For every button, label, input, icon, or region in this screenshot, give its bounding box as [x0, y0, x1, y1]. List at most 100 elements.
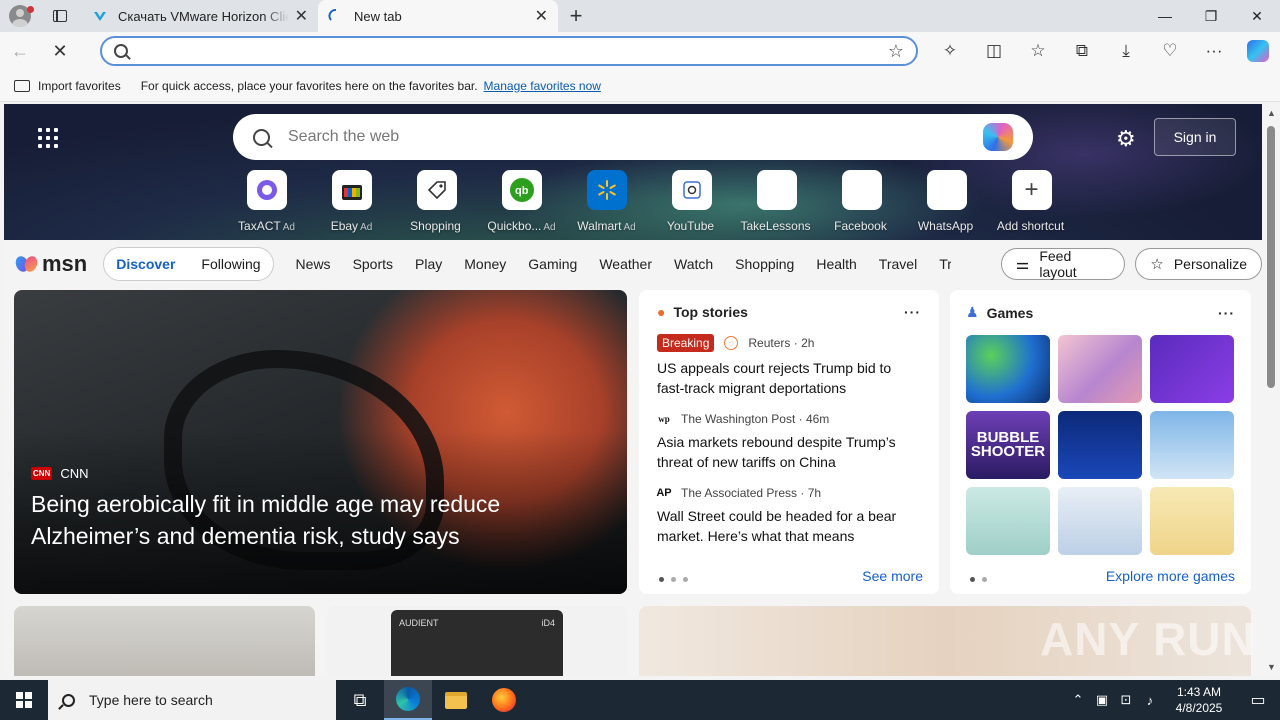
nav-travel[interactable]: Travel — [879, 256, 917, 272]
story-title[interactable]: US appeals court rejects Trump bid to fa… — [657, 358, 921, 398]
collections-icon[interactable]: ⧉ — [1060, 32, 1104, 70]
shortcut-facebook[interactable]: Facebook — [819, 170, 904, 233]
ad-label: Ad — [282, 222, 295, 233]
shortcut-taxact[interactable]: TaxACT Ad — [224, 170, 309, 233]
scroll-thumb[interactable] — [1267, 126, 1275, 388]
taskbar-firefox[interactable] — [480, 680, 528, 720]
copilot-button[interactable] — [1236, 32, 1280, 70]
network-icon[interactable]: ⊡ — [1114, 692, 1138, 708]
shortcut-ebay[interactable]: Ebay Ad — [309, 170, 394, 233]
games-icon: ♟ — [966, 304, 979, 320]
carousel-dots[interactable] — [970, 577, 994, 582]
story-title[interactable]: Wall Street could be headed for a bear m… — [657, 506, 921, 546]
manage-favorites-link[interactable]: Manage favorites now — [484, 79, 601, 93]
game-tile[interactable] — [1058, 487, 1142, 555]
feed-card[interactable]: AUDIENT iD4 — [327, 606, 627, 676]
nav-truncated[interactable]: Tra — [939, 256, 951, 272]
notifications-icon[interactable]: ▭ — [1236, 690, 1280, 710]
game-tile[interactable] — [1058, 335, 1142, 403]
story-title[interactable]: Asia markets rebound despite Trump’s thr… — [657, 432, 921, 472]
stop-loading-button[interactable]: ✕ — [40, 32, 80, 70]
copilot-icon[interactable] — [983, 123, 1013, 151]
shortcut-shopping[interactable]: Shopping — [394, 170, 479, 233]
page-scrollbar[interactable]: ▲ ▼ — [1262, 104, 1280, 676]
minimize-button[interactable]: — — [1142, 0, 1188, 32]
breaking-badge: Breaking — [657, 334, 715, 352]
more-options-icon[interactable]: ··· — [1218, 305, 1235, 321]
game-tile[interactable] — [966, 335, 1050, 403]
tab-vmware[interactable]: Скачать VMware Horizon Client ✕ — [82, 0, 318, 32]
performance-icon[interactable]: ♡ — [1148, 32, 1192, 70]
meet-now-icon[interactable]: ▣ — [1090, 692, 1114, 708]
scroll-down-arrow-icon[interactable]: ▼ — [1267, 662, 1276, 672]
scroll-up-arrow-icon[interactable]: ▲ — [1267, 108, 1276, 118]
apps-launcher-icon[interactable] — [38, 128, 58, 148]
feed-card[interactable] — [14, 606, 315, 676]
start-button[interactable] — [0, 680, 48, 720]
story-item[interactable]: wp The Washington Post · 46m Asia market… — [657, 412, 921, 472]
favorites-icon[interactable]: ☆ — [1016, 32, 1060, 70]
shortcut-youtube[interactable]: YouTube — [649, 170, 734, 233]
shortcut-takelessons[interactable]: TakeLessons — [734, 170, 819, 233]
volume-icon[interactable]: ♪ — [1138, 693, 1162, 708]
address-bar[interactable]: ☆ — [100, 36, 918, 66]
shortcut-add[interactable]: + Add shortcut — [989, 170, 1074, 233]
shortcut-walmart[interactable]: Walmart Ad — [564, 170, 649, 233]
page-settings-gear-icon[interactable]: ⚙ — [1116, 126, 1136, 152]
close-window-button[interactable]: ✕ — [1234, 0, 1280, 32]
story-headline[interactable]: Being aerobically fit in middle age may … — [31, 488, 611, 552]
carousel-dots[interactable] — [659, 577, 695, 582]
shortcut-whatsapp[interactable]: WhatsApp — [904, 170, 989, 233]
shortcut-quickbooks[interactable]: qb Quickbo... Ad — [479, 170, 564, 233]
game-tile-bubble-shooter[interactable]: BUBBLE SHOOTER — [966, 411, 1050, 479]
game-tile[interactable] — [966, 487, 1050, 555]
web-search-box[interactable] — [233, 114, 1033, 160]
nav-gaming[interactable]: Gaming — [528, 256, 577, 272]
new-tab-button[interactable]: + — [558, 0, 594, 32]
tab-actions-button[interactable] — [40, 0, 80, 32]
more-options-icon[interactable]: ··· — [904, 304, 921, 320]
game-tile[interactable] — [1150, 335, 1234, 403]
profile-button[interactable] — [0, 0, 40, 32]
sign-in-button[interactable]: Sign in — [1154, 118, 1236, 156]
split-screen-icon[interactable]: ◫ — [972, 32, 1016, 70]
tab-new-tab[interactable]: New tab ✕ — [318, 0, 558, 32]
nav-play[interactable]: Play — [415, 256, 442, 272]
nav-money[interactable]: Money — [464, 256, 506, 272]
story-item[interactable]: AP The Associated Press · 7h Wall Street… — [656, 486, 921, 546]
nav-news[interactable]: News — [296, 256, 331, 272]
close-tab-icon[interactable]: ✕ — [295, 6, 308, 26]
show-hidden-icons-chevron-icon[interactable]: ⌃ — [1066, 692, 1090, 708]
back-button[interactable]: ← — [0, 32, 40, 70]
nav-watch[interactable]: Watch — [674, 256, 713, 272]
more-menu-icon[interactable]: ··· — [1192, 32, 1236, 70]
taskbar-file-explorer[interactable] — [432, 680, 480, 720]
taskbar-search-box[interactable]: Type here to search — [48, 680, 336, 720]
personalize-button[interactable]: ☆ Personalize — [1135, 248, 1262, 280]
clock[interactable]: 1:43 AM 4/8/2025 — [1162, 684, 1236, 716]
tab-discover[interactable]: Discover — [116, 256, 175, 272]
restore-button[interactable]: ❐ — [1188, 0, 1234, 32]
task-view-icon[interactable]: ⧉ — [336, 680, 384, 720]
see-more-link[interactable]: See more — [862, 568, 923, 584]
close-tab-icon[interactable]: ✕ — [535, 6, 548, 26]
nav-weather[interactable]: Weather — [599, 256, 652, 272]
msn-logo[interactable]: msn — [16, 251, 87, 277]
downloads-icon[interactable]: ⤓ — [1104, 32, 1148, 70]
game-tile[interactable] — [1150, 411, 1234, 479]
import-favorites-button[interactable]: Import favorites — [14, 79, 121, 93]
story-item[interactable]: Breaking ◌ Reuters · 2h US appeals court… — [657, 334, 921, 398]
taskbar-edge[interactable] — [384, 680, 432, 720]
nav-shopping[interactable]: Shopping — [735, 256, 794, 272]
web-search-input[interactable] — [288, 128, 983, 146]
game-tile[interactable] — [1150, 487, 1234, 555]
main-story-card[interactable]: CNN CNN Being aerobically fit in middle … — [14, 290, 627, 594]
explore-more-games-link[interactable]: Explore more games — [1106, 568, 1235, 584]
tab-following[interactable]: Following — [201, 256, 260, 272]
nav-sports[interactable]: Sports — [353, 256, 393, 272]
game-tile[interactable] — [1058, 411, 1142, 479]
favorite-star-icon[interactable]: ☆ — [888, 41, 904, 62]
nav-health[interactable]: Health — [816, 256, 856, 272]
extensions-icon[interactable]: ✧ — [928, 32, 972, 70]
feed-layout-button[interactable]: ⚌ Feed layout — [1000, 248, 1126, 280]
